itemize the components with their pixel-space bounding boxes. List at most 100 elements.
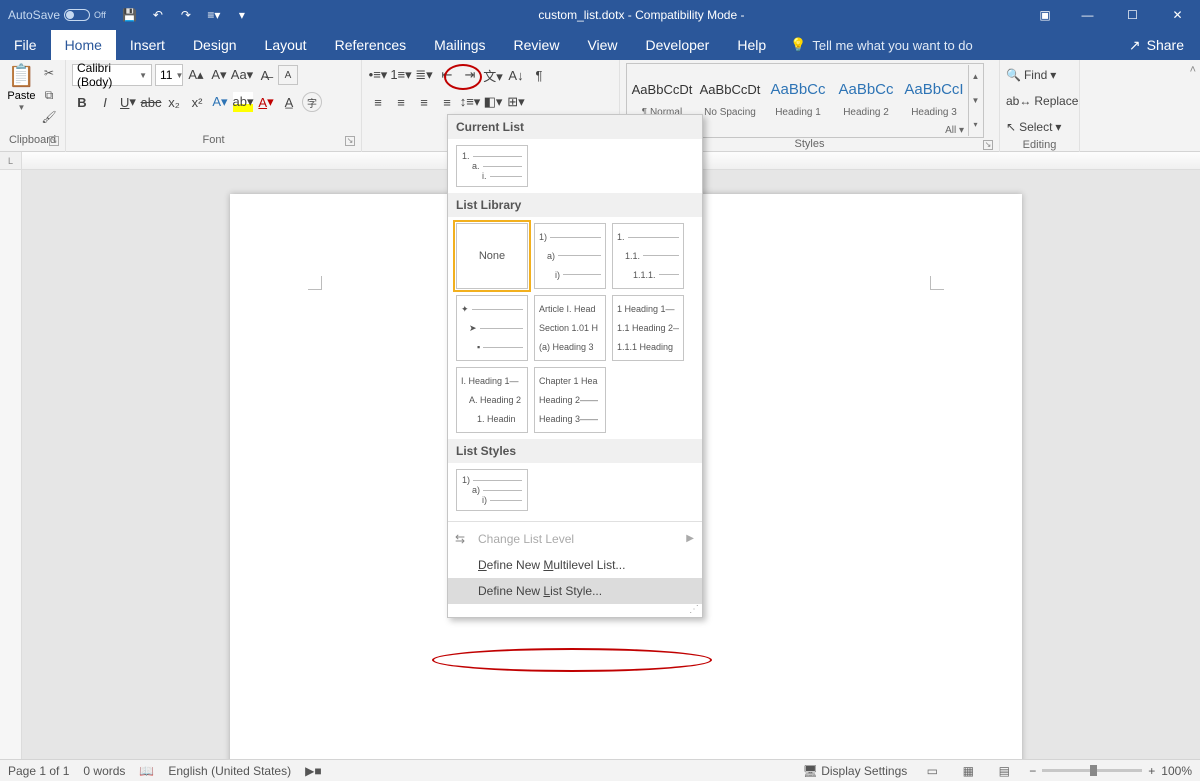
collapse-ribbon-button[interactable]: ˄ [1190, 64, 1196, 76]
close-button[interactable]: ✕ [1155, 0, 1200, 30]
list-library-item[interactable]: Chapter 1 Hea Heading 2—— Heading 3—— [534, 367, 606, 433]
replace-button[interactable]: ab↔ Replace [1006, 89, 1078, 113]
zoom-level[interactable]: 100% [1161, 764, 1192, 778]
style-heading1[interactable]: AaBbCcHeading 1 [764, 65, 832, 125]
copy-button[interactable]: ⧉ [39, 85, 59, 105]
status-macro-icon[interactable]: ▶■ [305, 764, 321, 778]
underline-button[interactable]: U▾ [118, 92, 138, 112]
align-left-button[interactable]: ≡ [368, 92, 388, 112]
zoom-slider[interactable] [1042, 769, 1142, 772]
character-shading-button[interactable]: A̲ [279, 92, 299, 112]
subscript-button[interactable]: x₂ [164, 92, 184, 112]
status-spellcheck-icon[interactable]: 📖 [139, 764, 154, 778]
menu-define-new-multilevel-list[interactable]: Define New Multilevel List... [448, 552, 702, 578]
find-button[interactable]: 🔍 Find ▾ [1006, 63, 1056, 87]
dropdown-resize-grip-icon[interactable]: ⋰ [448, 604, 702, 617]
list-library-item[interactable]: 1) a) i) [534, 223, 606, 289]
menu-define-new-list-style[interactable]: Define New List Style... [448, 578, 702, 604]
status-page[interactable]: Page 1 of 1 [8, 764, 69, 778]
display-settings-button[interactable]: 🖥 Display Settings [803, 764, 908, 778]
list-library-none[interactable]: None [456, 223, 528, 289]
styles-dialog-launcher[interactable]: ↘ [983, 140, 993, 150]
tab-references[interactable]: References [321, 30, 421, 60]
list-style-preview[interactable]: 1) a) i) [456, 469, 528, 511]
list-library-item[interactable]: Article I. Head Section 1.01 H (a) Headi… [534, 295, 606, 361]
select-button[interactable]: ↖ Select ▾ [1006, 115, 1061, 139]
borders-button[interactable]: ⊞▾ [506, 92, 526, 112]
current-list-preview[interactable]: 1. a. i. [456, 145, 528, 187]
numbering-button[interactable]: 1≡▾ [391, 65, 411, 85]
font-name-select[interactable]: Calibri (Body)▼ [72, 64, 152, 86]
style-heading2[interactable]: AaBbCcHeading 2 [832, 65, 900, 125]
asian-layout-button[interactable]: 文▾ [483, 65, 503, 85]
font-dialog-launcher[interactable]: ↘ [345, 136, 355, 146]
increase-indent-button[interactable]: ⇥ [460, 65, 480, 85]
styles-scroll-down[interactable]: ▼ [969, 89, 982, 113]
change-case-button[interactable]: Aa▾ [232, 65, 252, 85]
font-size-select[interactable]: 11▼ [155, 64, 183, 86]
tab-review[interactable]: Review [500, 30, 574, 60]
clear-formatting-button[interactable]: A̶ [255, 65, 275, 85]
list-library-item[interactable]: 1 Heading 1— 1.1 Heading 2— 1.1.1 Headin… [612, 295, 684, 361]
shading-button[interactable]: ◧▾ [483, 92, 503, 112]
line-spacing-button[interactable]: ↕≡▾ [460, 92, 480, 112]
text-effects-button[interactable]: A▾ [210, 92, 230, 112]
view-read-mode[interactable]: ▭ [921, 762, 943, 780]
status-words[interactable]: 0 words [83, 764, 125, 778]
show-paragraph-marks-button[interactable]: ¶ [529, 65, 549, 85]
view-print-layout[interactable]: ▦ [957, 762, 979, 780]
qat-style-icon[interactable]: ≡▾ [206, 7, 222, 23]
clipboard-dialog-launcher[interactable]: ↘ [49, 136, 59, 146]
share-button[interactable]: ↗ Share [1113, 30, 1200, 60]
zoom-out-button[interactable]: − [1029, 764, 1036, 778]
view-web-layout[interactable]: ▤ [993, 762, 1015, 780]
font-color-button[interactable]: A▾ [256, 92, 276, 112]
status-language[interactable]: English (United States) [168, 764, 291, 778]
sort-button[interactable]: A↓ [506, 65, 526, 85]
align-right-button[interactable]: ≡ [414, 92, 434, 112]
styles-expand[interactable]: ▾ [969, 112, 982, 136]
zoom-in-button[interactable]: + [1148, 764, 1155, 778]
highlight-button[interactable]: ab▾ [233, 92, 253, 112]
style-no-spacing[interactable]: AaBbCcDtNo Spacing [696, 65, 764, 125]
tab-insert[interactable]: Insert [116, 30, 179, 60]
tab-layout[interactable]: Layout [251, 30, 321, 60]
save-icon[interactable]: 💾 [122, 7, 138, 23]
bullets-button[interactable]: •≡▾ [368, 65, 388, 85]
paste-button[interactable]: 📋 Paste ▼ [6, 63, 37, 112]
decrease-indent-button[interactable]: ⇤ [437, 65, 457, 85]
minimize-button[interactable]: — [1065, 0, 1110, 30]
italic-button[interactable]: I [95, 92, 115, 112]
list-library-item[interactable]: I. Heading 1— A. Heading 2 1. Headin [456, 367, 528, 433]
styles-scroll-up[interactable]: ▲ [969, 65, 982, 89]
tab-home[interactable]: Home [51, 30, 116, 60]
multilevel-list-button[interactable]: ≣▾ [414, 65, 434, 85]
vertical-ruler[interactable] [0, 170, 22, 759]
ruler-corner[interactable]: L [0, 152, 22, 169]
qat-customize-icon[interactable]: ▾ [234, 7, 250, 23]
bold-button[interactable]: B [72, 92, 92, 112]
autosave-toggle[interactable]: AutoSave Off [0, 8, 114, 22]
shrink-font-button[interactable]: A▾ [209, 65, 229, 85]
maximize-button[interactable]: ☐ [1110, 0, 1155, 30]
list-library-item[interactable]: ✦ ➤ ▪ [456, 295, 528, 361]
tell-me-search[interactable]: 💡 Tell me what you want to do [780, 30, 983, 60]
align-center-button[interactable]: ≡ [391, 92, 411, 112]
ribbon-display-options-icon[interactable]: ▣ [1025, 8, 1065, 22]
tab-design[interactable]: Design [179, 30, 251, 60]
tab-mailings[interactable]: Mailings [420, 30, 499, 60]
style-heading3[interactable]: AaBbCcIHeading 3 [900, 65, 968, 125]
redo-icon[interactable]: ↷ [178, 7, 194, 23]
undo-icon[interactable]: ↶ [150, 7, 166, 23]
tab-help[interactable]: Help [723, 30, 780, 60]
cut-button[interactable]: ✂ [39, 63, 59, 83]
character-border-button[interactable]: A [278, 65, 298, 85]
list-library-item[interactable]: 1. 1.1. 1.1.1. [612, 223, 684, 289]
superscript-button[interactable]: x² [187, 92, 207, 112]
enclose-characters-button[interactable]: 字 [302, 92, 322, 112]
tab-developer[interactable]: Developer [632, 30, 724, 60]
strikethrough-button[interactable]: abc [141, 92, 161, 112]
tab-view[interactable]: View [573, 30, 631, 60]
grow-font-button[interactable]: A▴ [186, 65, 206, 85]
justify-button[interactable]: ≡ [437, 92, 457, 112]
